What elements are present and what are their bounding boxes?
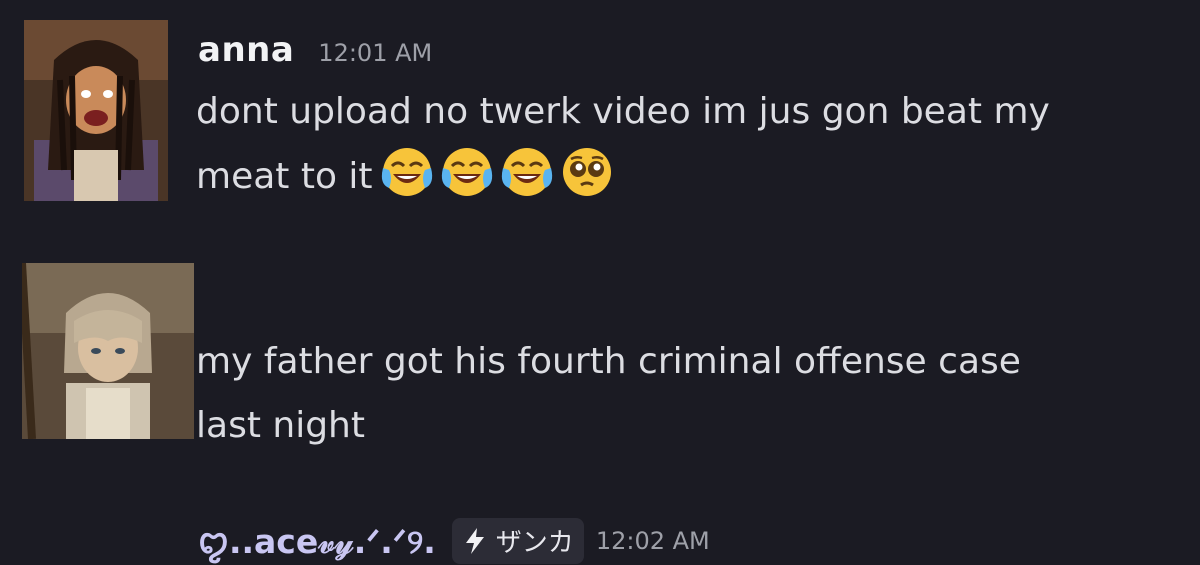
message-line: dont upload no twerk video im jus gon be…	[196, 91, 1050, 132]
message-line: my father got his fourth criminal offens…	[196, 341, 1021, 382]
message-item: ꨄ︎..ace𝓋𝓎.ᐟ.ᐟ୨. ザンカ 12:02 AM my father g…	[0, 240, 1200, 564]
message-item: anna 12:01 AM dont upload no twerk video…	[0, 0, 1200, 230]
message-content: my father got his fourth criminal offens…	[196, 330, 1186, 458]
guild-tag-label: ザンカ	[495, 528, 574, 558]
pleading-face-icon[interactable]	[559, 144, 615, 200]
message-header: anna 12:01 AM	[198, 30, 432, 70]
face-with-tears-of-joy-icon[interactable]	[379, 144, 435, 200]
face-with-tears-of-joy-icon[interactable]	[499, 144, 555, 200]
guild-tag[interactable]: ザンカ	[451, 517, 584, 564]
avatar[interactable]	[22, 263, 194, 439]
emoji-row	[379, 144, 615, 200]
username[interactable]: ꨄ︎..ace𝓋𝓎.ᐟ.ᐟ୨.	[198, 516, 436, 565]
timestamp[interactable]: 12:01 AM	[318, 39, 432, 67]
message-line-with-emoji: meat to it	[196, 144, 1186, 209]
avatar[interactable]	[24, 20, 168, 201]
avatar-image	[24, 20, 168, 201]
message-line: last night	[196, 405, 365, 446]
message-content: dont upload no twerk video im jus gon be…	[196, 80, 1186, 209]
face-with-tears-of-joy-icon[interactable]	[439, 144, 495, 200]
timestamp[interactable]: 12:02 AM	[596, 527, 710, 555]
avatar-image	[22, 263, 194, 439]
message-header: ꨄ︎..ace𝓋𝓎.ᐟ.ᐟ୨. ザンカ 12:02 AM	[198, 516, 710, 565]
message-line: meat to it	[196, 156, 373, 197]
username[interactable]: anna	[198, 30, 294, 70]
lightning-bolt-icon	[460, 526, 490, 556]
